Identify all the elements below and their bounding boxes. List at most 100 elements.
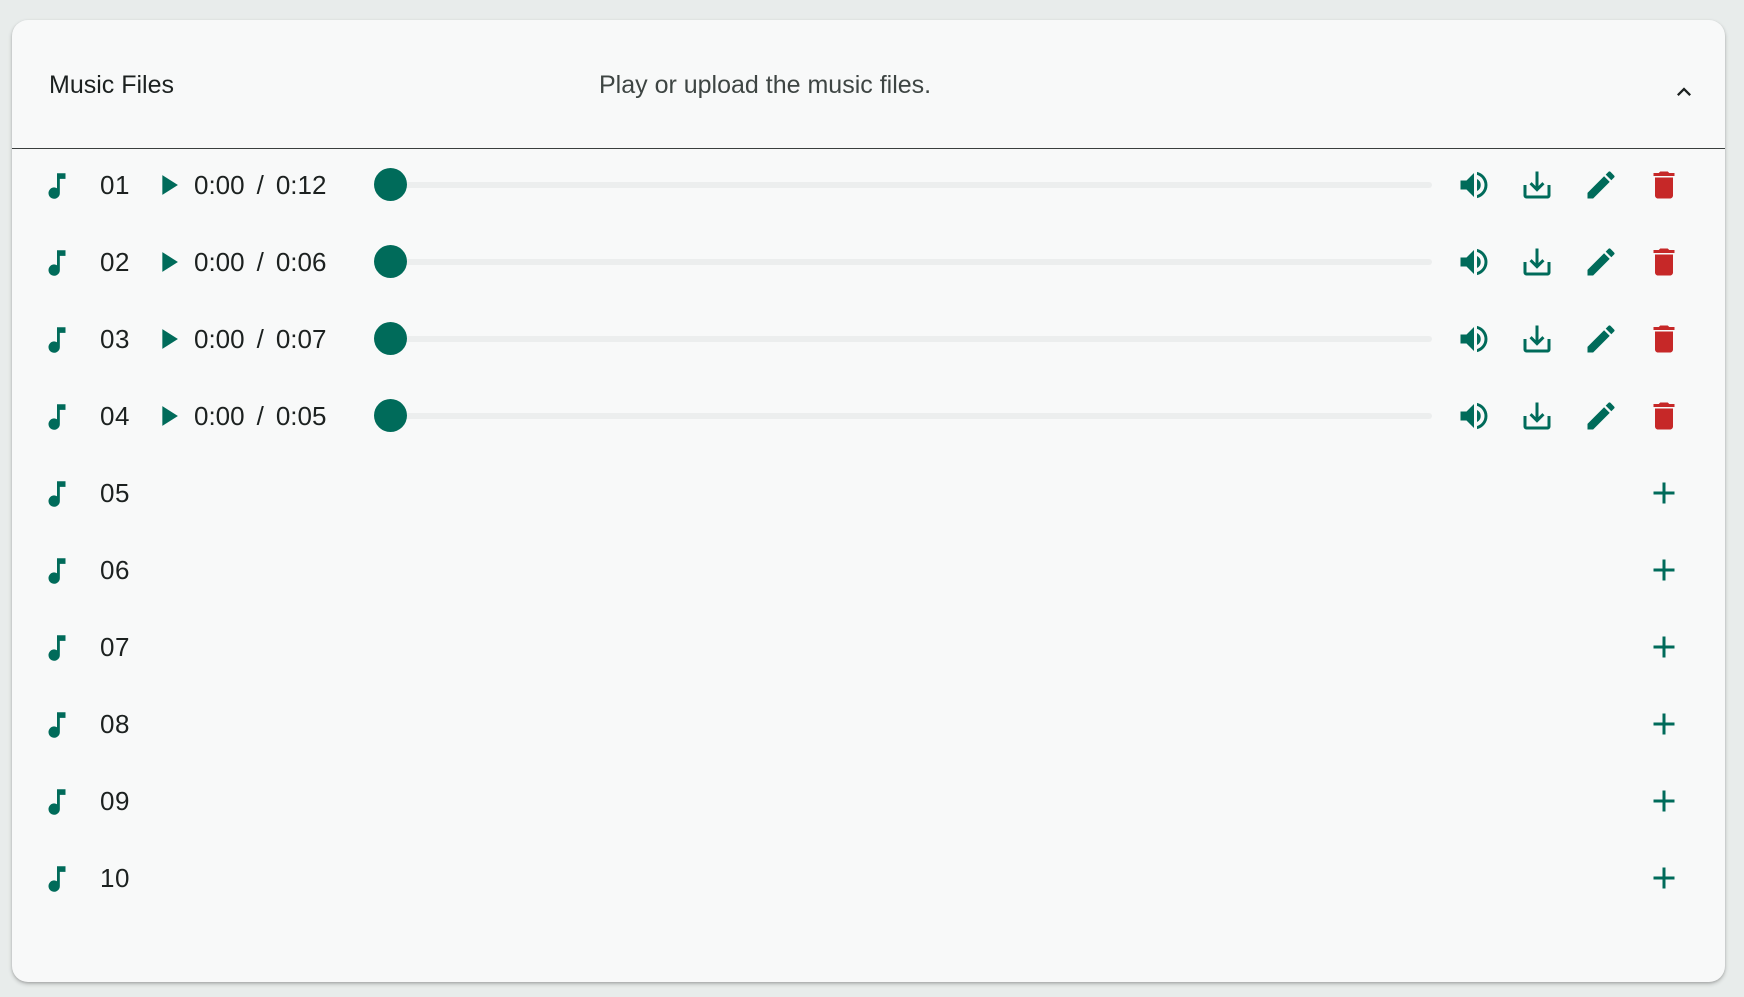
music-note-icon [40, 477, 74, 511]
track-number: 07 [100, 632, 130, 662]
track-row: 05 [12, 478, 1725, 570]
add-file-button[interactable] [1646, 783, 1682, 819]
track-number: 02 [100, 247, 130, 277]
music-note-icon [40, 708, 74, 742]
time-separator: / [256, 247, 264, 277]
trash-icon [1646, 171, 1682, 207]
add-file-button[interactable] [1646, 706, 1682, 742]
slider-thumb[interactable] [374, 245, 407, 278]
music-note-icon [40, 400, 74, 434]
volume-button[interactable] [1456, 167, 1492, 203]
pencil-icon [1583, 171, 1619, 207]
add-file-button[interactable] [1646, 475, 1682, 511]
progress-slider[interactable] [374, 245, 1432, 278]
music-note-icon [40, 323, 74, 357]
duration: 0:12 [275, 170, 327, 200]
add-file-button[interactable] [1646, 629, 1682, 665]
track-number: 03 [100, 324, 130, 354]
download-button[interactable] [1519, 244, 1555, 280]
duration: 0:06 [275, 247, 327, 277]
music-note-icon [40, 554, 74, 588]
time-display: 0:00 / 0:12 [194, 169, 326, 201]
trash-icon [1646, 402, 1682, 438]
delete-button[interactable] [1646, 321, 1682, 357]
music-files-panel: Music Files Play or upload the music fil… [12, 20, 1725, 982]
music-note-icon [40, 785, 74, 819]
slider-thumb[interactable] [374, 399, 407, 432]
track-number: 08 [100, 709, 130, 739]
pencil-icon [1583, 325, 1619, 361]
panel-title: Music Files [49, 71, 175, 99]
play-icon [151, 329, 185, 360]
delete-button[interactable] [1646, 167, 1682, 203]
track-list: 01 0:00/0:12 02 0:00/0:06 03 0:00 / 0:07… [12, 168, 1725, 955]
edit-button[interactable] [1583, 321, 1619, 357]
volume-button[interactable] [1456, 321, 1492, 357]
panel-header[interactable]: Music Files Play or upload the music fil… [12, 20, 1725, 149]
track-row: 04 0:00 / 0:05 [12, 399, 1725, 493]
track-row: 07 [12, 632, 1725, 724]
download-icon [1519, 402, 1555, 438]
play-icon [151, 406, 185, 437]
play-button[interactable] [151, 245, 185, 279]
volume-icon [1456, 171, 1492, 207]
time-display: 0:00 / 0:05 [194, 400, 326, 432]
track-number: 06 [100, 555, 130, 585]
time-separator: / [256, 401, 264, 431]
volume-button[interactable] [1456, 398, 1492, 434]
slider-thumb[interactable] [374, 168, 407, 201]
volume-icon [1456, 248, 1492, 284]
edit-button[interactable] [1583, 167, 1619, 203]
duration: 0:05 [275, 401, 327, 431]
current-time: 0:00 [194, 247, 245, 277]
track-number: 09 [100, 786, 130, 816]
download-icon [1519, 248, 1555, 284]
music-note-icon [40, 246, 74, 280]
slider-thumb[interactable] [374, 322, 407, 355]
progress-slider[interactable] [374, 322, 1432, 355]
music-note-icon [40, 169, 74, 203]
plus-icon [1646, 713, 1682, 746]
play-icon [151, 252, 185, 283]
download-button[interactable] [1519, 321, 1555, 357]
track-row: 09 [12, 786, 1725, 878]
download-icon [1519, 325, 1555, 361]
add-file-button[interactable] [1646, 860, 1682, 896]
pencil-icon [1583, 248, 1619, 284]
plus-icon [1646, 867, 1682, 900]
edit-button[interactable] [1583, 398, 1619, 434]
trash-icon [1646, 325, 1682, 361]
download-button[interactable] [1519, 167, 1555, 203]
current-time: 0:00 [194, 324, 245, 354]
chevron-up-icon [1677, 87, 1691, 96]
plus-icon [1646, 636, 1682, 669]
download-icon [1519, 171, 1555, 207]
music-note-icon [40, 631, 74, 665]
plus-icon [1646, 482, 1682, 515]
add-file-button[interactable] [1646, 552, 1682, 588]
progress-slider[interactable] [374, 168, 1432, 201]
current-time: 0:00 [194, 401, 245, 431]
track-number: 05 [100, 478, 130, 508]
edit-button[interactable] [1583, 244, 1619, 280]
track-row: 06 [12, 555, 1725, 647]
collapse-button[interactable] [1666, 74, 1702, 110]
track-number: 04 [100, 401, 130, 431]
pencil-icon [1583, 402, 1619, 438]
delete-button[interactable] [1646, 244, 1682, 280]
play-button[interactable] [151, 322, 185, 356]
track-row: 10 [12, 863, 1725, 955]
plus-icon [1646, 790, 1682, 823]
track-row: 08 [12, 709, 1725, 801]
volume-button[interactable] [1456, 244, 1492, 280]
time-separator: / [256, 324, 264, 354]
duration: 0:07 [275, 324, 327, 354]
download-button[interactable] [1519, 398, 1555, 434]
delete-button[interactable] [1646, 398, 1682, 434]
volume-icon [1456, 325, 1492, 361]
trash-icon [1646, 248, 1682, 284]
play-button[interactable] [151, 399, 185, 433]
progress-slider[interactable] [374, 399, 1432, 432]
play-button[interactable] [151, 168, 185, 202]
panel-subtitle: Play or upload the music files. [599, 71, 932, 99]
